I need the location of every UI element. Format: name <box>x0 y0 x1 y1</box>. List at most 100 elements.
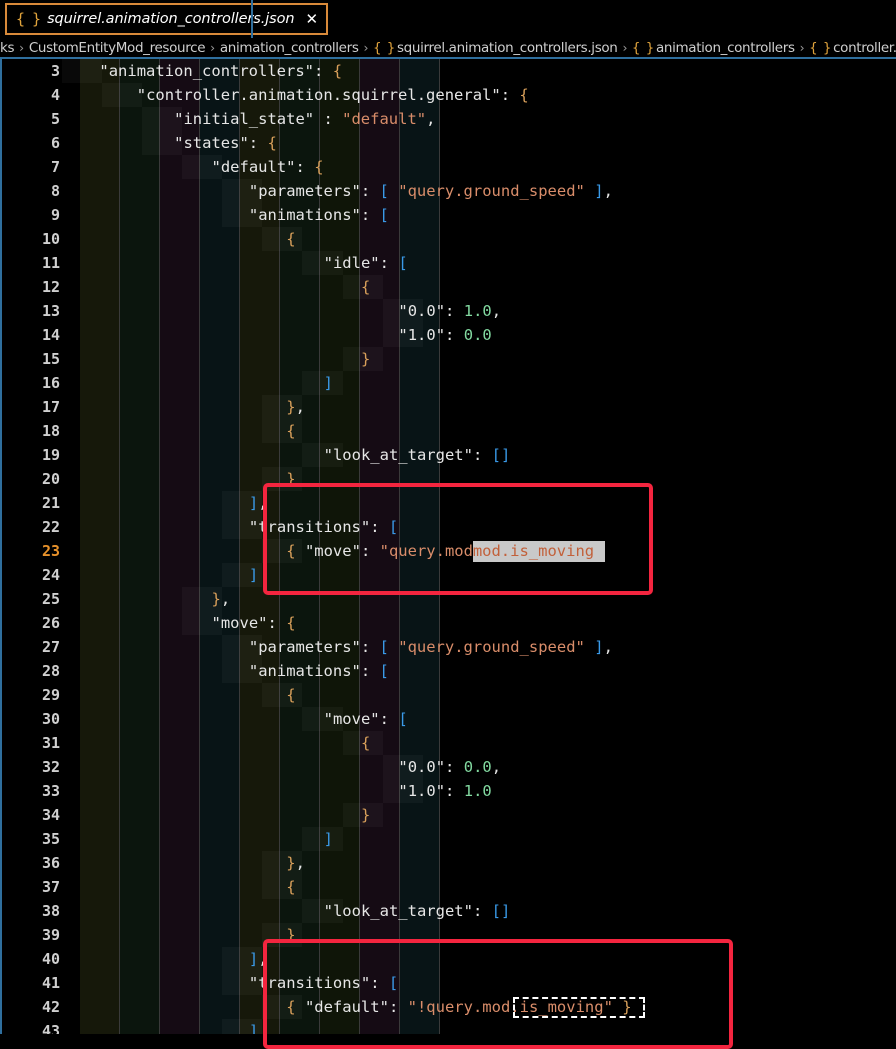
breadcrumb[interactable]: ks › CustomEntityMod_resource › animation_co… <box>0 38 896 57</box>
code-line[interactable]: 13 "0.0": 1.0, <box>2 299 896 323</box>
line-number: 4 <box>50 86 60 104</box>
code-line[interactable]: 24 ] <box>2 563 896 587</box>
code-line-text[interactable]: } <box>62 467 295 491</box>
code-line[interactable]: 20 } <box>2 467 896 491</box>
code-line[interactable]: 40 ], <box>2 947 896 971</box>
code-line-text[interactable]: } <box>62 803 370 827</box>
code-line-text[interactable]: } <box>62 923 295 947</box>
code-line-text[interactable]: ] <box>62 827 333 851</box>
code-line-text[interactable]: }, <box>62 395 305 419</box>
code-line-text[interactable]: "0.0": 0.0, <box>62 755 501 779</box>
code-line[interactable]: 12 { <box>2 275 896 299</box>
code-line-text[interactable]: "1.0": 0.0 <box>62 323 491 347</box>
code-line[interactable]: 7 "default": { <box>2 155 896 179</box>
code-line-text[interactable]: "move": { <box>62 611 296 635</box>
code-line[interactable]: 19 "look_at_target": [] <box>2 443 896 467</box>
code-line[interactable]: 27 "parameters": [ "query.ground_speed" … <box>2 635 896 659</box>
code-line[interactable]: 26 "move": { <box>2 611 896 635</box>
code-line-text[interactable]: "default": { <box>62 155 324 179</box>
code-line[interactable]: 35 ] <box>2 827 896 851</box>
code-line-text[interactable]: ] <box>62 563 258 587</box>
line-number: 3 <box>50 62 60 80</box>
code-line-text[interactable]: "states": { <box>62 131 277 155</box>
code-line-text[interactable]: { <box>62 227 295 251</box>
code-line[interactable]: 25 }, <box>2 587 896 611</box>
breadcrumb-separator-icon: › <box>19 40 24 55</box>
code-line[interactable]: 37 { <box>2 875 896 899</box>
code-line-text[interactable]: "transitions": [ <box>62 971 398 995</box>
code-line[interactable]: 42 { "default": "!query.mod.is_moving" } <box>2 995 896 1019</box>
code-line-text[interactable]: "animations": [ <box>62 203 389 227</box>
code-line[interactable]: 43 ] <box>2 1019 896 1034</box>
code-line-text[interactable]: "look_at_target": [] <box>62 443 511 467</box>
code-line[interactable]: 18 { <box>2 419 896 443</box>
line-number: 32 <box>41 758 60 776</box>
code-line-text[interactable]: { <box>62 275 370 299</box>
code-line[interactable]: 39 } <box>2 923 896 947</box>
editor-tab-squirrel-animation-controllers[interactable]: { } squirrel.animation_controllers.json … <box>5 3 329 35</box>
code-line[interactable]: 21 ], <box>2 491 896 515</box>
code-line[interactable]: 34 } <box>2 803 896 827</box>
code-line-text[interactable]: } <box>62 347 370 371</box>
json-braces-icon: { } <box>809 39 831 56</box>
code-line-text[interactable]: ], <box>62 491 268 515</box>
code-line[interactable]: 6 "states": { <box>2 131 896 155</box>
code-line-text[interactable]: { <box>62 731 370 755</box>
code-line[interactable]: 28 "animations": [ <box>2 659 896 683</box>
code-line[interactable]: 31 { <box>2 731 896 755</box>
line-number: 15 <box>41 350 60 368</box>
code-editor[interactable]: 3 "animation_controllers": {4 "controlle… <box>2 59 896 1034</box>
code-line[interactable]: 33 "1.0": 1.0 <box>2 779 896 803</box>
code-line-text[interactable]: "animation_controllers": { <box>62 59 342 83</box>
code-line-text[interactable]: "parameters": [ "query.ground_speed" ], <box>62 635 613 659</box>
code-line[interactable]: 3 "animation_controllers": { <box>2 59 896 83</box>
code-line[interactable]: 14 "1.0": 0.0 <box>2 323 896 347</box>
code-line-text[interactable]: "controller.animation.squirrel.general":… <box>62 83 529 107</box>
code-line[interactable]: 15 } <box>2 347 896 371</box>
code-lines[interactable]: 3 "animation_controllers": {4 "controlle… <box>2 59 896 1034</box>
code-line[interactable]: 4 "controller.animation.squirrel.general… <box>2 83 896 107</box>
code-line-text[interactable]: }, <box>62 587 231 611</box>
breadcrumb-separator-icon: › <box>799 40 805 55</box>
code-line[interactable]: 8 "parameters": [ "query.ground_speed" ]… <box>2 179 896 203</box>
code-line-text[interactable]: }, <box>62 851 305 875</box>
code-line[interactable]: 9 "animations": [ <box>2 203 896 227</box>
code-line-text[interactable]: "0.0": 1.0, <box>62 299 501 323</box>
code-line-text[interactable]: ], <box>62 947 268 971</box>
code-line[interactable]: 23 { "move": "query.mod.is_moving" }mod.… <box>2 539 896 563</box>
code-line-text[interactable]: "move": [ <box>62 707 408 731</box>
breadcrumb-item-animation-controllers[interactable]: animation_controllers <box>656 40 795 56</box>
code-line-text[interactable]: ] <box>62 1019 258 1034</box>
close-icon[interactable]: ✕ <box>306 11 319 27</box>
code-line-text[interactable]: "1.0": 1.0 <box>62 779 491 803</box>
code-line[interactable]: 16 ] <box>2 371 896 395</box>
code-line[interactable]: 10 { <box>2 227 896 251</box>
code-line-text[interactable]: { <box>62 683 295 707</box>
breadcrumb-separator-icon: › <box>363 40 369 55</box>
line-number: 17 <box>41 398 60 416</box>
code-line[interactable]: 17 }, <box>2 395 896 419</box>
code-line-text[interactable]: "initial_state" : "default", <box>62 107 435 131</box>
code-line[interactable]: 30 "move": [ <box>2 707 896 731</box>
breadcrumb-item-controller-animation-squi[interactable]: controller.animation.squi <box>833 40 896 56</box>
code-line[interactable]: 32 "0.0": 0.0, <box>2 755 896 779</box>
breadcrumb-item-customentitymod-resource[interactable]: CustomEntityMod_resource <box>29 40 206 56</box>
code-line-text[interactable]: ] <box>62 371 333 395</box>
code-line-text[interactable]: "look_at_target": [] <box>62 899 511 923</box>
breadcrumb-item-ks[interactable]: ks <box>0 40 15 56</box>
code-line[interactable]: 36 }, <box>2 851 896 875</box>
code-line-text[interactable]: "animations": [ <box>62 659 389 683</box>
code-line[interactable]: 29 { <box>2 683 896 707</box>
code-line[interactable]: 22 "transitions": [ <box>2 515 896 539</box>
code-line-text[interactable]: "idle": [ <box>62 251 408 275</box>
code-line[interactable]: 41 "transitions": [ <box>2 971 896 995</box>
breadcrumb-item-animation-controllers[interactable]: animation_controllers <box>220 40 359 56</box>
code-line-text[interactable]: { <box>62 875 295 899</box>
code-line-text[interactable]: "parameters": [ "query.ground_speed" ], <box>62 179 613 203</box>
code-line[interactable]: 11 "idle": [ <box>2 251 896 275</box>
breadcrumb-item-squirrel-animation-controllers-json[interactable]: squirrel.animation_controllers.json <box>397 40 618 56</box>
code-line-text[interactable]: { <box>62 419 295 443</box>
code-line[interactable]: 38 "look_at_target": [] <box>2 899 896 923</box>
code-line-text[interactable]: "transitions": [ <box>62 515 398 539</box>
code-line[interactable]: 5 "initial_state" : "default", <box>2 107 896 131</box>
